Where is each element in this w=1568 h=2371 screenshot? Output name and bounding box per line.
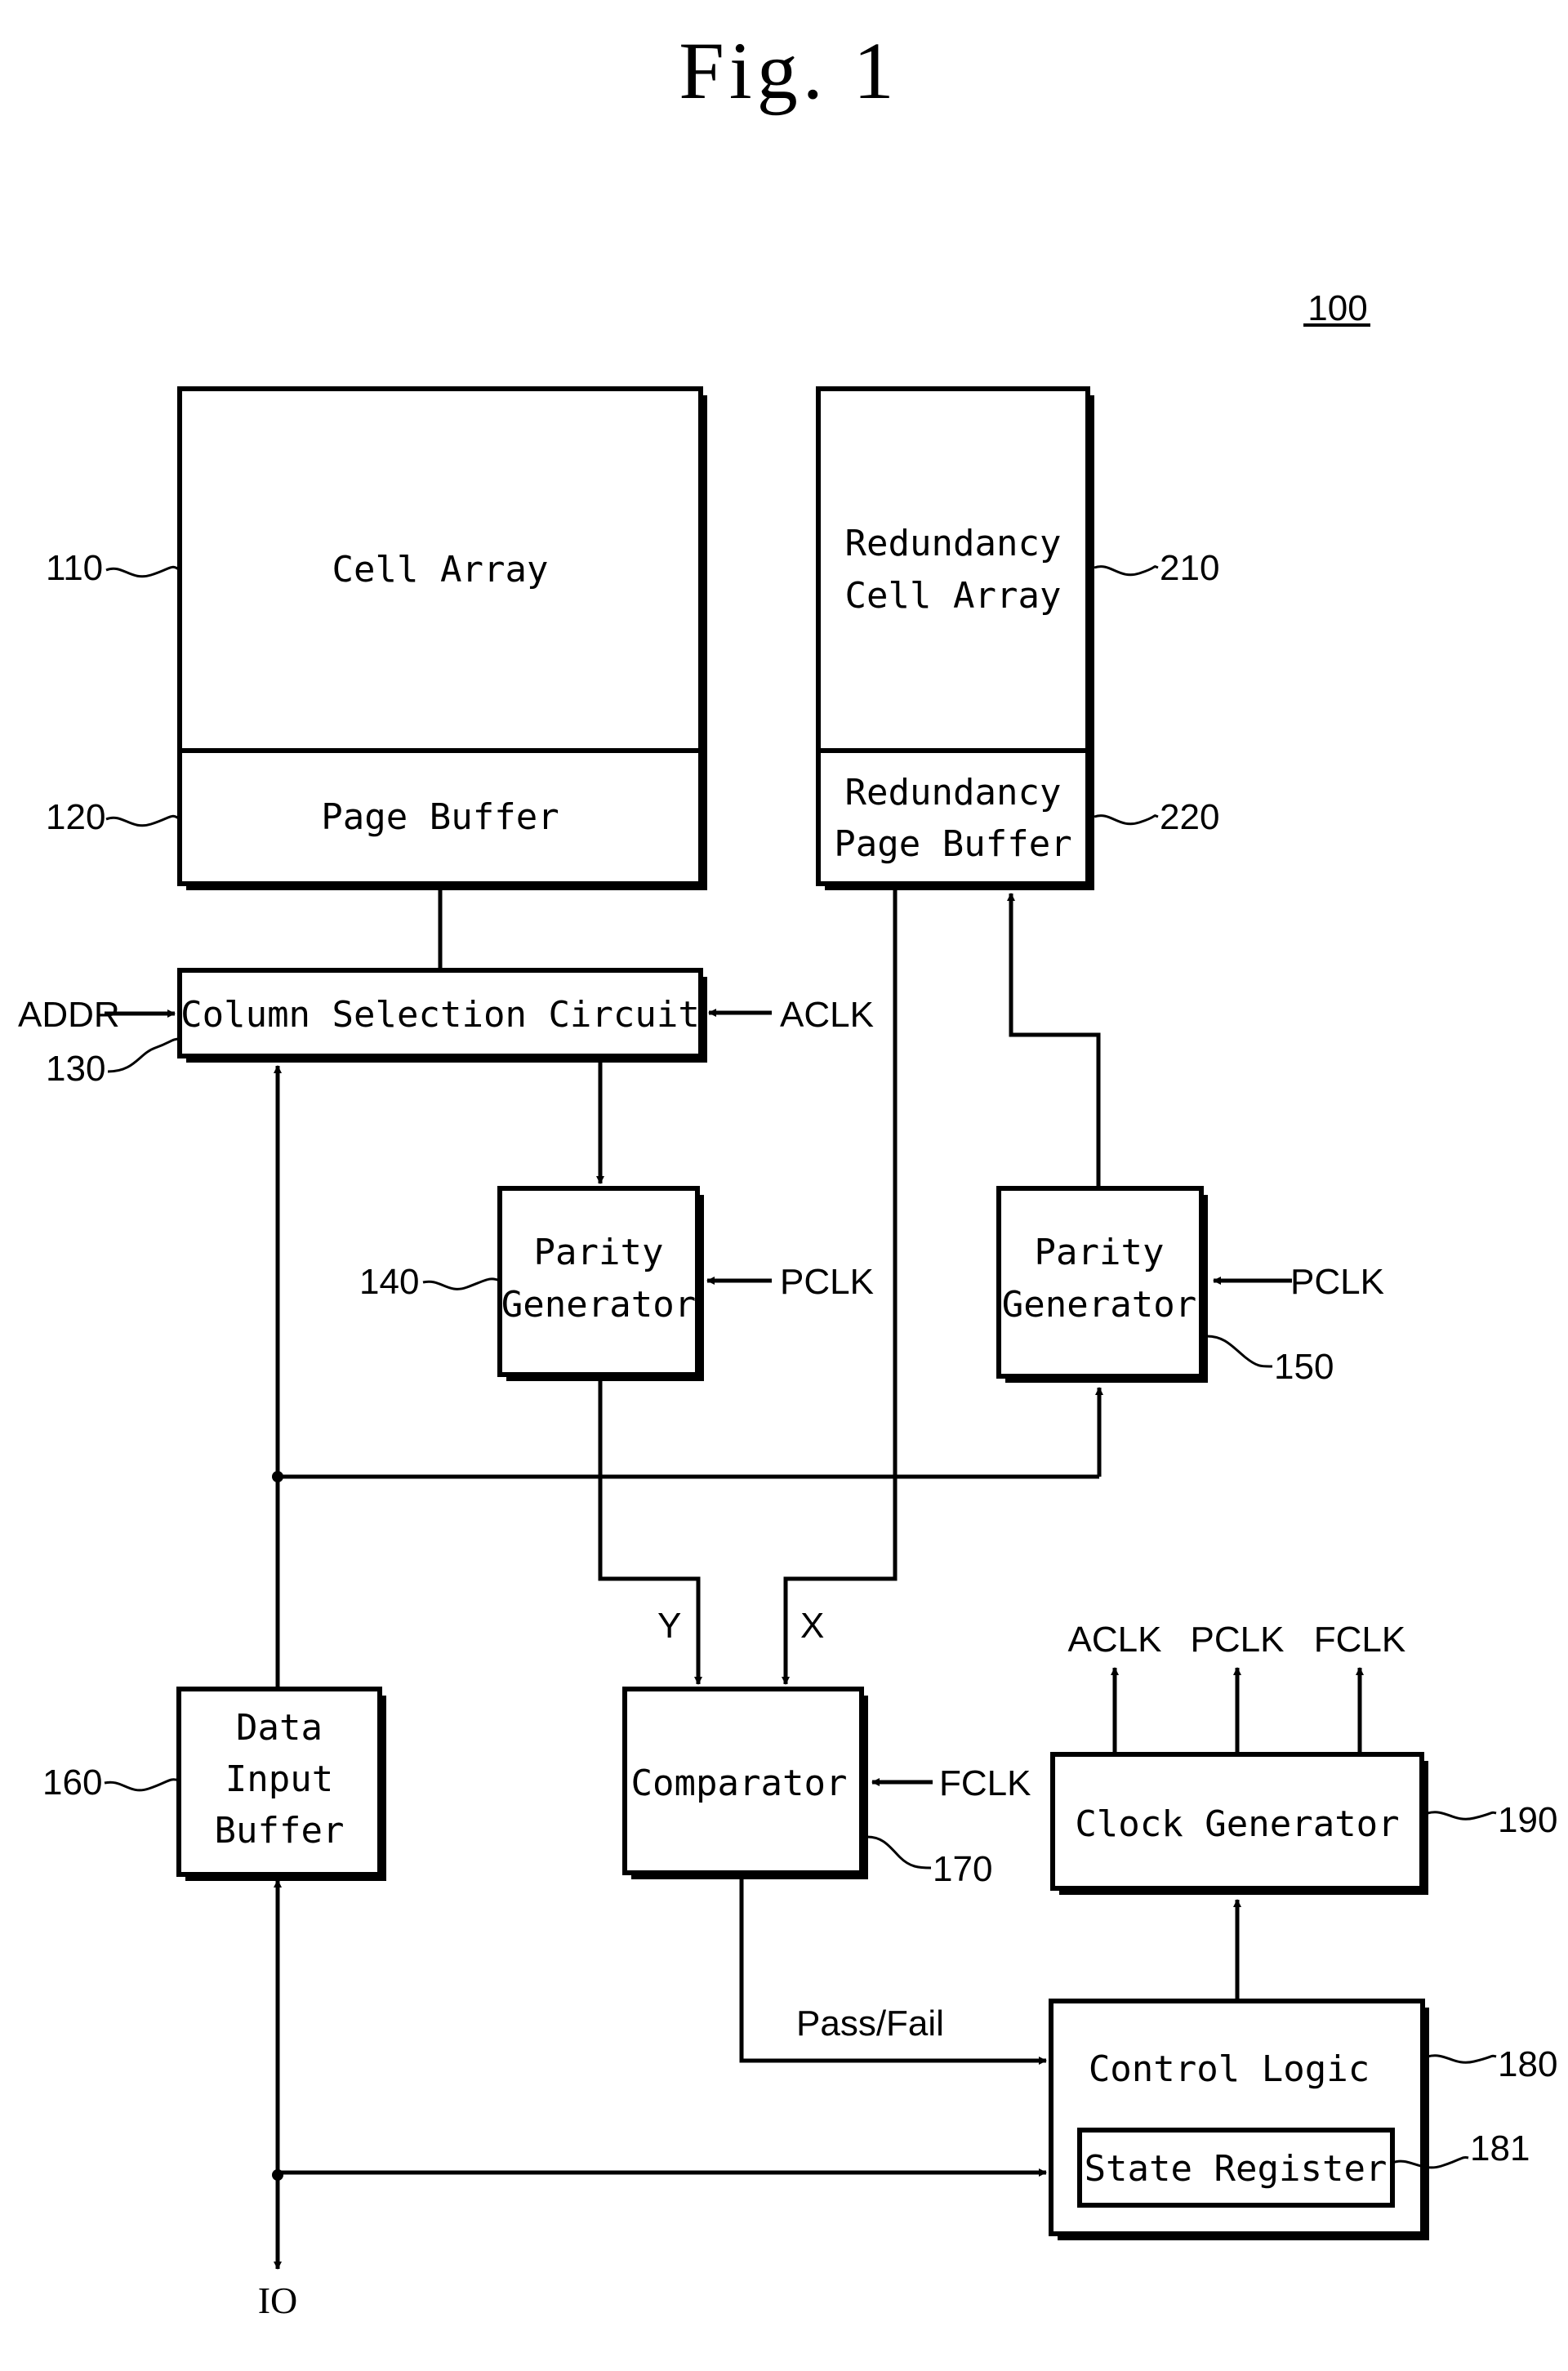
parity-150-label-2: Generator	[1002, 1284, 1196, 1326]
data-input-buffer-label-3: Buffer	[215, 1810, 345, 1852]
data-input-buffer-label-1: Data	[236, 1707, 323, 1749]
data-input-buffer-label-2: Input	[225, 1758, 333, 1800]
comparator-label: Comparator	[631, 1763, 848, 1804]
junction-data-bus	[272, 1471, 283, 1482]
ref-150: 150	[1274, 1347, 1334, 1387]
leader-220	[1094, 814, 1159, 826]
cell-array-block: Cell Array Page Buffer	[177, 386, 707, 890]
leader-170	[866, 1835, 932, 1870]
figure-title: Fig. 1	[679, 25, 898, 116]
ref-210: 210	[1160, 548, 1219, 588]
leader-110	[105, 565, 180, 578]
ref-160: 160	[42, 1763, 102, 1803]
signal-pclk-red: PCLK	[1290, 1262, 1384, 1302]
ref-190: 190	[1498, 1800, 1557, 1840]
ref-170: 170	[933, 1849, 992, 1889]
comparator-block: Comparator	[622, 1687, 868, 1879]
page-buffer-label: Page Buffer	[321, 796, 559, 838]
leader-160	[104, 1778, 180, 1792]
leader-130	[107, 1037, 180, 1073]
ref-110: 110	[46, 548, 103, 588]
ref-181: 181	[1470, 2128, 1530, 2168]
signal-x: X	[800, 1606, 824, 1646]
signal-clk-out-pclk: PCLK	[1191, 1620, 1285, 1660]
leader-140	[422, 1277, 501, 1290]
leader-120	[105, 814, 180, 827]
signal-clk-out-aclk: ACLK	[1068, 1620, 1162, 1660]
redundancy-page-buffer-label-1: Redundancy	[845, 772, 1062, 813]
signal-pclk-main: PCLK	[780, 1262, 874, 1302]
control-logic-block: Control Logic State Register	[1049, 1999, 1429, 2240]
wire-parity140-y	[598, 1375, 702, 1685]
redundancy-cell-array-label-2: Cell Array	[845, 575, 1062, 617]
parity-150-label-1: Parity	[1035, 1232, 1165, 1273]
signal-y: Y	[657, 1606, 681, 1646]
ref-130: 130	[46, 1049, 105, 1089]
redundancy-array-block: Redundancy Cell Array Redundancy Page Bu…	[816, 386, 1094, 890]
block-diagram: Fig. 1 100 Cell Array Page Buffer 110 12…	[18, 25, 1557, 2321]
leader-210	[1094, 565, 1159, 577]
signal-fclk-in: FCLK	[939, 1763, 1031, 1803]
cell-array-label: Cell Array	[332, 549, 549, 591]
signal-pass-fail: Pass/Fail	[796, 2003, 944, 2043]
parity-140-label-1: Parity	[534, 1232, 664, 1273]
data-input-buffer-block: Data Input Buffer	[176, 1687, 386, 1881]
control-logic-label: Control Logic	[1089, 2048, 1370, 2090]
redundancy-cell-array-label-1: Redundancy	[845, 523, 1062, 564]
parity-140-label-2: Generator	[501, 1284, 696, 1326]
ref-140: 140	[359, 1262, 419, 1302]
parity-generator-140-block: Parity Generator	[497, 1186, 704, 1381]
ref-180: 180	[1498, 2044, 1557, 2084]
ref-220: 220	[1160, 797, 1219, 837]
signal-io: IO	[258, 2280, 298, 2321]
clock-generator-label: Clock Generator	[1075, 1803, 1399, 1845]
wire-parity150-to-redpagebuffer	[1007, 893, 1101, 1188]
leader-180	[1427, 2054, 1497, 2064]
redundancy-page-buffer-label-2: Page Buffer	[834, 823, 1071, 865]
leader-190	[1427, 1811, 1497, 1821]
leader-150	[1206, 1335, 1273, 1368]
parity-generator-150-block: Parity Generator	[996, 1186, 1208, 1383]
signal-addr: ADDR	[18, 995, 120, 1035]
column-selection-block: Column Selection Circuit	[177, 968, 707, 1063]
ref-120: 120	[46, 797, 105, 837]
state-register-label: State Register	[1085, 2148, 1388, 2190]
figure-reference: 100	[1307, 288, 1367, 328]
column-selection-label: Column Selection Circuit	[180, 994, 700, 1036]
clock-generator-block: Clock Generator	[1050, 1752, 1428, 1895]
signal-aclk-in: ACLK	[780, 995, 874, 1035]
signal-clk-out-fclk: FCLK	[1314, 1620, 1405, 1660]
